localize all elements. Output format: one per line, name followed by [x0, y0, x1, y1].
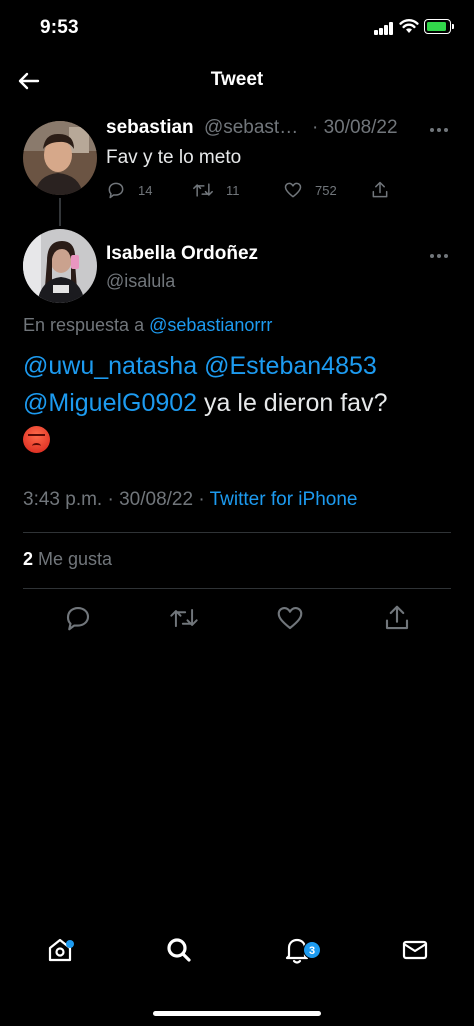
battery-icon [424, 19, 451, 34]
parent-date-separator: · [312, 117, 324, 138]
tweet-body-text: ya le dieron fav? [197, 389, 388, 417]
meta-separator: · [193, 489, 210, 510]
header: Tweet [0, 56, 474, 106]
like-label: Me gusta [33, 549, 113, 569]
parent-actions: 14 11 752 [106, 180, 406, 204]
like-count: 2 [23, 549, 34, 569]
author-handle[interactable]: @isalula [106, 271, 175, 292]
like-icon[interactable] [275, 603, 305, 633]
parent-author-name[interactable]: sebastian [106, 117, 194, 138]
home-icon[interactable] [40, 930, 80, 970]
page-title: Tweet [210, 69, 264, 90]
parent-date: 30/08/22 [323, 117, 398, 138]
angry-face-emoji-icon [23, 426, 50, 453]
avatar-sebastian[interactable] [23, 121, 97, 195]
wifi-icon [399, 19, 419, 33]
tweet-actions [0, 603, 474, 633]
battery-tip [452, 24, 454, 29]
parent-more-icon[interactable] [430, 128, 452, 134]
share-icon [372, 181, 388, 198]
status-bar: 9:53 [0, 0, 474, 56]
parent-reply-button[interactable]: 14 [106, 180, 152, 200]
cellular-signal-icon [374, 22, 394, 35]
tweet-time: 3:43 p.m. [23, 489, 103, 510]
mention-link[interactable]: @uwu_natasha [23, 352, 197, 380]
share-icon[interactable] [382, 603, 412, 633]
like-icon [284, 182, 302, 198]
messages-icon[interactable] [395, 930, 435, 970]
tweet-date: 30/08/22 [119, 489, 194, 510]
parent-like-button[interactable]: 752 [283, 180, 337, 200]
tweet-more-icon[interactable] [430, 254, 452, 260]
reply-context: En respuesta a @sebastianorrr [23, 315, 272, 336]
reply-prefix: En respuesta a [23, 315, 150, 335]
parent-retweet-button[interactable]: 11 [192, 180, 240, 200]
tweet-source-link[interactable]: Twitter for iPhone [210, 489, 358, 510]
status-time: 9:53 [40, 17, 79, 38]
reply-to-link[interactable]: @sebastianorrr [149, 315, 272, 335]
reply-icon [108, 182, 124, 199]
parent-retweet-count: 11 [226, 182, 240, 198]
tweet-text: @uwu_natasha @Esteban4853 @MiguelG0902 y… [23, 348, 453, 460]
tweet-meta: 3:43 p.m. · 30/08/22 · Twitter for iPhon… [23, 489, 357, 511]
home-unread-dot [66, 940, 74, 948]
mention-link[interactable]: @Esteban4853 [204, 352, 377, 380]
likes-summary[interactable]: 2 Me gusta [23, 549, 112, 570]
parent-date-row: · 30/08/22 [312, 117, 398, 139]
divider [23, 532, 451, 533]
avatar-isabella[interactable] [23, 229, 97, 303]
thread-line [59, 198, 61, 226]
parent-author-handle: @sebast… [203, 117, 299, 138]
search-icon[interactable] [159, 930, 199, 970]
home-indicator[interactable] [153, 1011, 321, 1016]
reply-icon[interactable] [63, 603, 93, 633]
divider [23, 588, 451, 589]
author-name[interactable]: Isabella Ordoñez [106, 243, 258, 265]
parent-share-button[interactable] [370, 180, 390, 200]
parent-tweet-text: Fav y te lo meto [106, 147, 242, 168]
retweet-icon[interactable] [169, 603, 199, 633]
mention-link[interactable]: @MiguelG0902 [23, 389, 197, 417]
bottom-nav [0, 930, 474, 990]
parent-like-count: 752 [315, 182, 337, 198]
meta-separator: · [102, 489, 120, 510]
notification-badge: 3 [303, 941, 321, 959]
parent-reply-count: 14 [138, 182, 153, 198]
retweet-icon [193, 183, 213, 197]
